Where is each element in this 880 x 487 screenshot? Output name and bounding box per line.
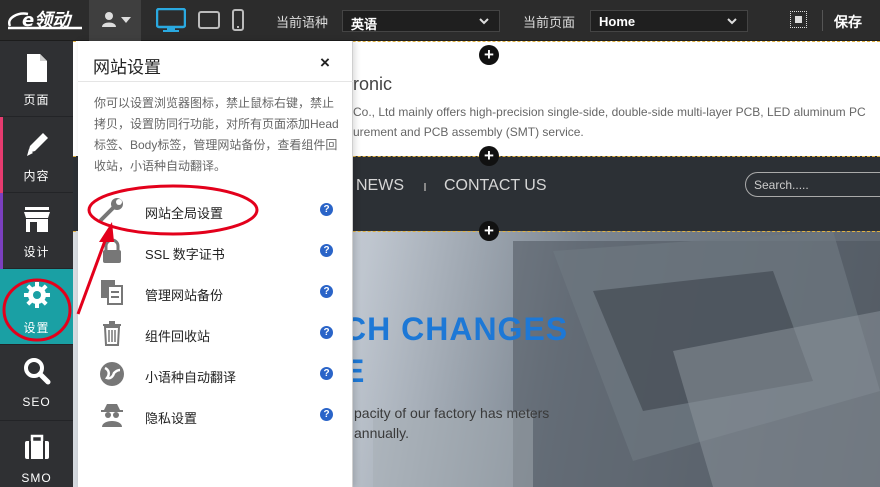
divider [822,10,823,31]
top-toolbar: e领动 当前语种 英语 当前页面 Home 保存 [0,0,880,41]
panel-description: 你可以设置浏览器图标，禁止鼠标右键，禁止拷贝，设置防同行功能，对所有页面添加He… [94,96,339,173]
website-settings-panel: 网站设置 × 你可以设置浏览器图标，禁止鼠标右键，禁止拷贝，设置防同行功能，对所… [78,41,353,487]
sidebar-item-design[interactable]: 设计 [0,193,73,269]
settings-item-label: 管理网站备份 [145,288,224,303]
page-label: 当前页面 [523,15,576,30]
language-select-value: 英语 [351,17,378,32]
chevron-down-icon [121,17,131,23]
help-icon[interactable]: ? [320,326,333,339]
sidebar-item-label: 内容 [23,169,50,183]
add-section-button[interactable]: + [479,146,499,166]
logo-mark: e领动 [7,10,82,31]
user-menu-button[interactable] [89,0,141,41]
spy-icon [101,404,123,427]
page-icon [26,54,47,82]
nav-link-contact[interactable]: CONTACT US [444,177,547,195]
logo: e领动 [4,6,86,34]
panel-title: 网站设置 [93,58,161,77]
wrench-icon [99,198,123,222]
sidebar-item-page[interactable]: 页面 [0,41,73,117]
nav-link-news[interactable]: NEWS [356,177,404,195]
site-search-input[interactable]: Search..... [745,172,880,197]
settings-item-label: 网站全局设置 [145,206,224,221]
left-sidebar: 页面 内容 设计 设置 SEO SMO [0,41,73,487]
settings-item-ssl[interactable]: SSL 数字证书 ? [78,235,353,267]
trash-icon [103,321,121,346]
sidebar-item-label: 设计 [23,245,50,259]
sidebar-item-content[interactable]: 内容 [0,117,73,193]
hero-heading-line-1: CH CHANGES [343,311,569,347]
settings-item-recycle-bin[interactable]: 组件回收站 ? [78,317,353,349]
lock-icon [103,238,121,263]
page-select-value: Home [599,14,636,29]
save-button[interactable]: 保存 [834,12,862,32]
briefcase-icon [24,434,49,459]
site-tagline: Co., Ltd mainly offers high-precision si… [353,105,866,139]
help-icon[interactable]: ? [320,244,333,257]
sidebar-item-label: 页面 [23,93,50,107]
settings-item-label: 隐私设置 [145,411,198,426]
tablet-view-icon[interactable] [198,8,220,32]
page-select[interactable]: Home [590,10,748,32]
settings-item-label: 小语种自动翻译 [145,370,237,385]
add-section-button[interactable]: + [479,45,499,65]
settings-item-auto-translate[interactable]: 小语种自动翻译 ? [78,358,353,390]
help-icon[interactable]: ? [320,408,333,421]
sidebar-item-label: SEO [22,395,51,409]
backup-icon [101,280,123,305]
language-select[interactable]: 英语 [342,10,500,32]
nav-separator [424,183,426,191]
chevron-down-icon [727,18,737,25]
divider [78,81,353,82]
settings-item-label: SSL 数字证书 [145,247,225,262]
grid-toggle-icon[interactable] [790,11,807,28]
globe-icon [100,362,124,386]
store-icon [23,207,50,232]
settings-item-global[interactable]: 网站全局设置 ? [78,194,353,226]
help-icon[interactable]: ? [320,285,333,298]
chevron-down-icon [479,18,489,25]
sidebar-item-label: 设置 [23,321,50,335]
sidebar-item-seo[interactable]: SEO [0,345,73,421]
site-brand: ronic [353,74,393,94]
gear-icon [23,282,50,308]
add-section-button[interactable]: + [479,221,499,241]
language-label: 当前语种 [276,15,329,30]
help-icon[interactable]: ? [320,203,333,216]
user-icon [102,12,116,27]
phone-view-icon[interactable] [231,8,245,32]
close-button[interactable]: × [320,53,330,73]
settings-item-privacy[interactable]: 隐私设置 ? [78,399,353,431]
hero-text: pacity of our factory has meters annuall… [354,405,550,441]
help-icon[interactable]: ? [320,367,333,380]
pencil-icon [26,133,48,156]
settings-item-label: 组件回收站 [145,329,211,344]
settings-item-backup[interactable]: 管理网站备份 ? [78,276,353,308]
desktop-view-icon[interactable] [156,8,186,32]
search-icon [23,358,50,385]
sidebar-item-smo[interactable]: SMO [0,421,73,487]
sidebar-item-settings[interactable]: 设置 [0,269,73,345]
logo-text: e领动 [22,10,73,31]
sidebar-item-label: SMO [21,471,52,485]
